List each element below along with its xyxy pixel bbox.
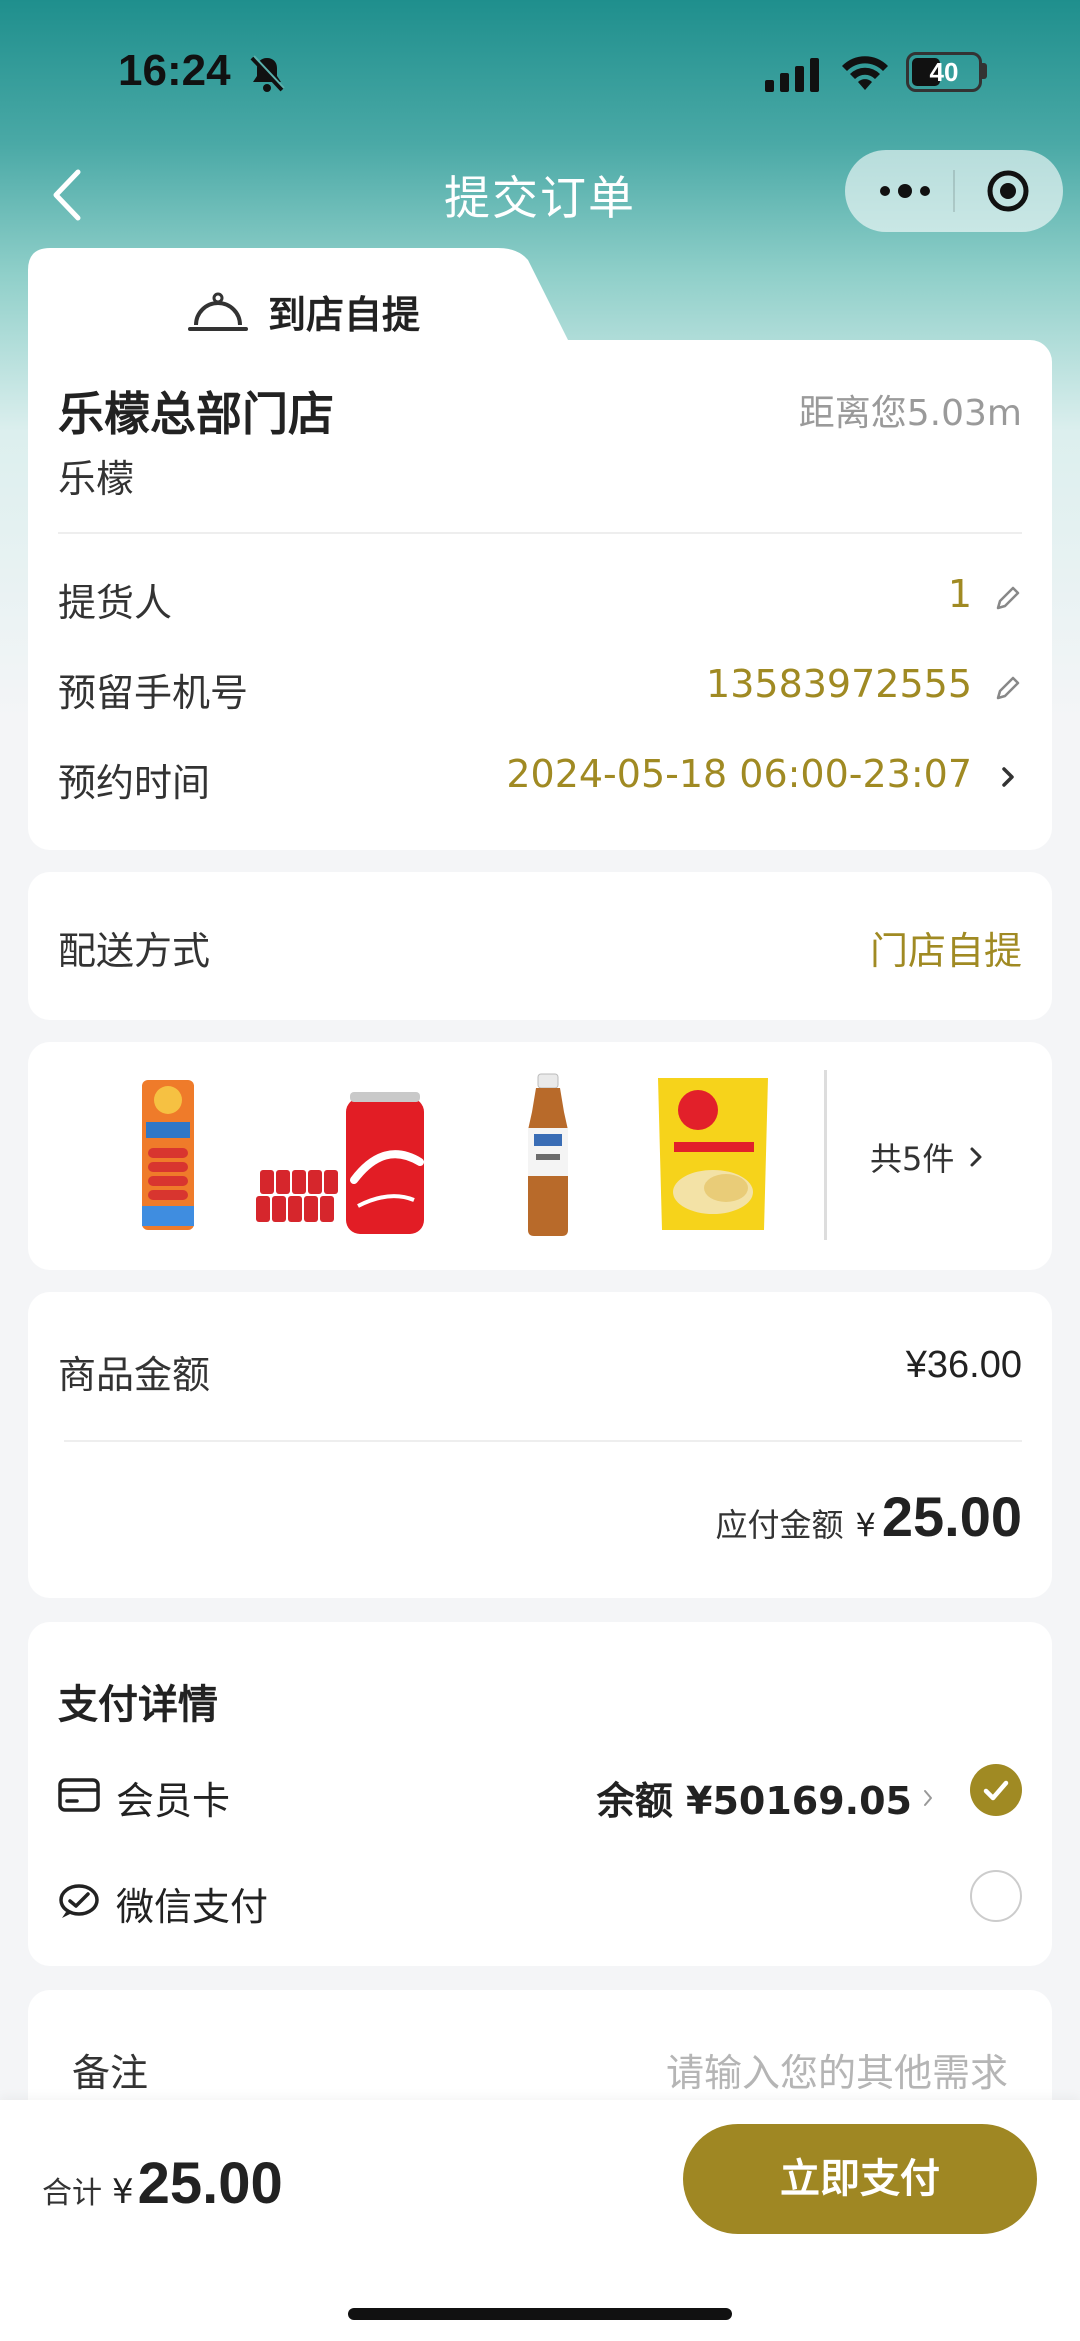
close-mini-program-icon[interactable]: [985, 168, 1031, 214]
goods-count[interactable]: 共5件: [870, 1134, 984, 1180]
delivery-label: 配送方式: [58, 929, 211, 973]
wechat-pay-icon: [59, 1884, 99, 1918]
bell-muted-icon: [250, 55, 285, 92]
wechat-pay-option[interactable]: 微信支付: [58, 1866, 1022, 1936]
chevron-right-icon: [970, 1147, 982, 1167]
tea-bottle-product-image: [528, 1073, 568, 1236]
checkmark-icon: [983, 1780, 1009, 1801]
divider: [58, 532, 1022, 534]
delivery-value: 门店自提: [869, 929, 1022, 973]
phone-label: 预留手机号: [58, 671, 249, 715]
payable-label: 应付金额: [715, 1506, 844, 1544]
sausage-product-image: [142, 1080, 194, 1230]
service-bell-icon: [188, 292, 248, 331]
capsule-divider: [953, 170, 955, 212]
payment-details-card: 支付详情 会员卡 余额 ¥50169.05 微信支付: [28, 1622, 1052, 1966]
store-brand: 乐檬: [58, 457, 135, 501]
goods-divider: [824, 1070, 827, 1240]
phone-value: 13583972555: [706, 662, 972, 706]
wechat-pay-label: 微信支付: [116, 1885, 269, 1929]
note-label: 备注: [72, 2051, 149, 2095]
goods-count-text: 共5件: [870, 1140, 955, 1178]
lays-chips-product-image: [658, 1078, 768, 1230]
goods-amount-value: ¥36.00: [905, 1344, 1022, 1386]
edit-pencil-icon[interactable]: [994, 674, 1022, 702]
note-input[interactable]: 请输入您的其他需求: [666, 2042, 1008, 2097]
mini-program-capsule: [845, 150, 1063, 232]
payable-currency: ¥: [855, 1506, 876, 1544]
appointment-time-label: 预约时间: [58, 761, 211, 805]
total-currency: ¥: [112, 2172, 134, 2212]
cellular-signal-icon: [765, 58, 819, 92]
total-label: 合计: [42, 2176, 102, 2211]
pay-now-button[interactable]: 立即支付: [683, 2124, 1037, 2234]
store-name: 乐檬总部门店: [58, 387, 334, 441]
store-info-card: 乐檬总部门店 距离您5.03m 乐檬 提货人 1 预留手机号 135839725…: [28, 340, 1052, 850]
goods-card[interactable]: 共5件: [28, 1042, 1052, 1270]
picker-row[interactable]: 提货人 1: [58, 572, 1022, 632]
total-amount: 合计 ¥ 25.00: [42, 2150, 283, 2217]
total-value: 25.00: [137, 2151, 283, 2216]
phone-row[interactable]: 预留手机号 13583972555: [58, 662, 1022, 722]
picker-value: 1: [947, 572, 972, 616]
payment-title: 支付详情: [58, 1682, 218, 1728]
balance-text: 余额 ¥50169.05: [596, 1779, 912, 1823]
wechat-pay-radio-unchecked[interactable]: [970, 1870, 1022, 1922]
more-options-icon[interactable]: [875, 168, 935, 214]
navigation-bar: 提交订单: [0, 150, 1080, 250]
member-card-option[interactable]: 会员卡 余额 ¥50169.05: [58, 1760, 1022, 1830]
member-card-label: 会员卡: [116, 1779, 231, 1823]
amount-card: 商品金额 ¥36.00 应付金额 ¥ 25.00: [28, 1292, 1052, 1598]
wifi-icon: [842, 56, 888, 90]
chevron-right-icon: [924, 1789, 932, 1806]
tab-label: 到店自提: [268, 293, 421, 337]
chevron-right-icon: [1002, 767, 1014, 787]
appointment-time-row[interactable]: 预约时间 2024-05-18 06:00-23:07: [58, 752, 1022, 812]
member-card-radio-checked[interactable]: [970, 1764, 1022, 1816]
card-icon: [58, 1778, 100, 1812]
status-time: 16:24: [118, 46, 231, 95]
member-card-balance[interactable]: 余额 ¥50169.05: [597, 1770, 934, 1825]
store-distance: 距离您5.03m: [798, 393, 1022, 434]
picker-label: 提货人: [58, 581, 173, 625]
appointment-time-value: 2024-05-18 06:00-23:07: [506, 752, 972, 796]
home-indicator: [348, 2308, 732, 2320]
divider: [64, 1440, 1022, 1442]
payable-value: 25.00: [881, 1485, 1022, 1548]
status-bar: 16:24 40: [0, 0, 1080, 150]
checkout-bar: 合计 ¥ 25.00 立即支付: [0, 2100, 1080, 2341]
edit-pencil-icon[interactable]: [994, 584, 1022, 612]
goods-amount-label: 商品金额: [58, 1353, 211, 1397]
delivery-method-card[interactable]: 配送方式 门店自提: [28, 872, 1052, 1020]
battery-level: 40: [929, 57, 959, 87]
battery-tip: [982, 63, 987, 79]
payable-amount: 应付金额 ¥ 25.00: [715, 1484, 1022, 1549]
coca-cola-product-image: [256, 1092, 424, 1234]
battery-icon: 40: [906, 52, 982, 92]
